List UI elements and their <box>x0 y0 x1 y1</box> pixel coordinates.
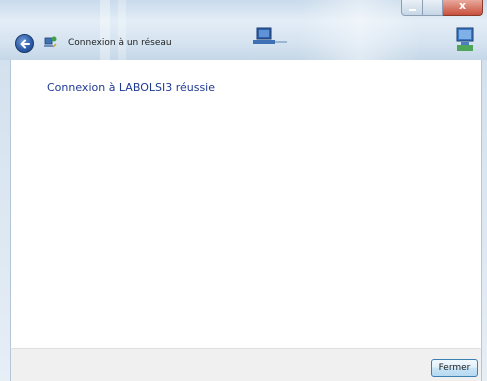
glass-reflection <box>100 0 110 60</box>
minimize-button[interactable] <box>401 0 423 16</box>
close-button[interactable]: Fermer <box>431 359 478 377</box>
window-title: Connexion à un réseau <box>68 38 172 48</box>
content-pane: Connexion à LABOLSI3 réussie <box>10 60 482 348</box>
window-frame-left <box>0 60 10 381</box>
network-wizard-icon <box>42 35 58 51</box>
glass-reflection <box>118 0 126 60</box>
connection-success-message: Connexion à LABOLSI3 réussie <box>47 81 216 94</box>
maximize-button[interactable] <box>423 0 443 16</box>
connect-network-window: Connexion à un réseau Connexion à LABOLS… <box>0 0 487 381</box>
close-window-button[interactable] <box>443 0 483 16</box>
command-area: Fermer <box>10 348 482 381</box>
caption-buttons <box>401 0 483 18</box>
window-frame-right <box>482 60 487 381</box>
network-computer-icon <box>247 26 287 48</box>
network-computer-icon <box>447 26 485 54</box>
title-bar: Connexion à un réseau <box>0 0 487 60</box>
back-button[interactable] <box>15 34 34 53</box>
back-arrow-icon <box>20 39 30 49</box>
